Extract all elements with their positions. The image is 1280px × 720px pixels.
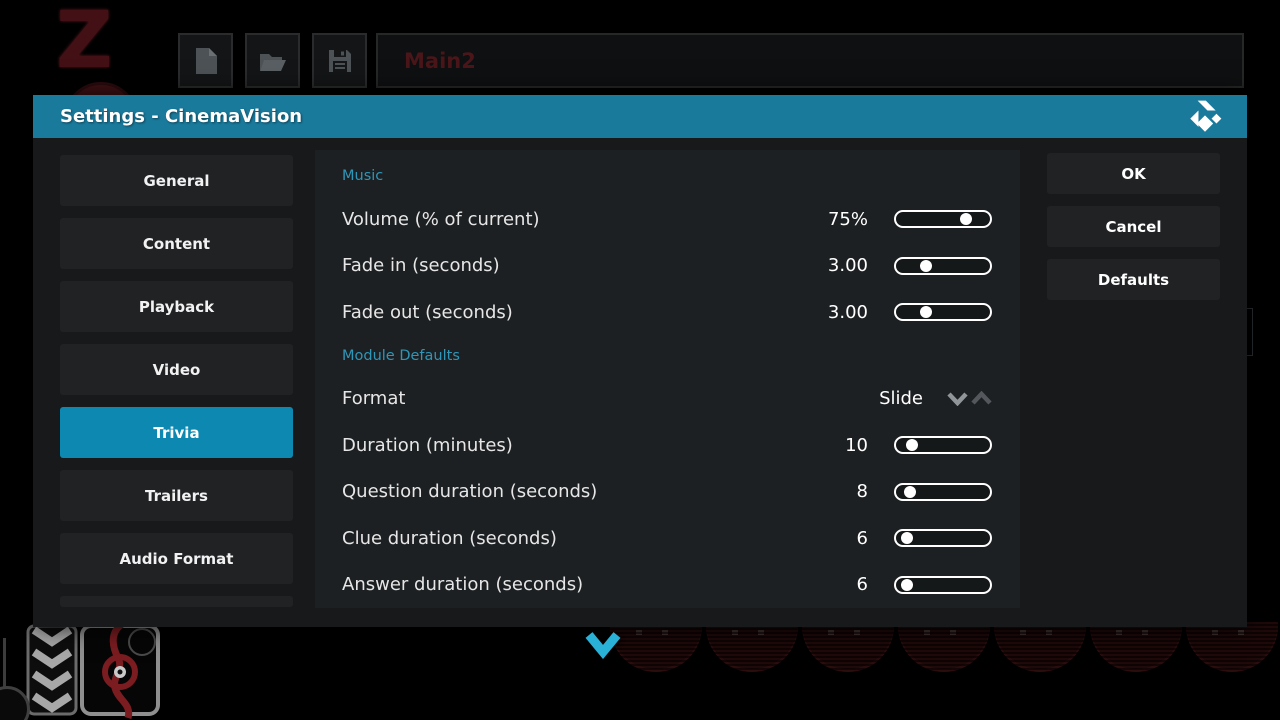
section-header-label: Music xyxy=(342,168,383,184)
section-header-music: Music xyxy=(315,156,1020,196)
settings-row-volume-of-current[interactable]: Volume (% of current) 75% xyxy=(315,196,1020,243)
slider-knob[interactable] xyxy=(920,260,932,272)
slider-track[interactable] xyxy=(894,257,992,275)
setting-label: Format xyxy=(342,388,405,409)
setting-value: 10 xyxy=(784,435,868,456)
chevron-up-icon[interactable] xyxy=(971,391,992,406)
save-icon xyxy=(327,48,353,74)
action-button-label: Cancel xyxy=(1105,218,1161,236)
sidebar-item-trivia[interactable]: Trivia xyxy=(60,407,293,458)
setting-label: Clue duration (seconds) xyxy=(342,528,557,549)
film-strip-art xyxy=(20,624,165,720)
background-logo-z: Z xyxy=(56,2,111,80)
setting-label: Fade in (seconds) xyxy=(342,255,500,276)
setting-value: 3.00 xyxy=(784,255,868,276)
sidebar-item-label: Trailers xyxy=(145,487,208,505)
settings-panel: Music Volume (% of current) 75% Fade in … xyxy=(315,150,1020,608)
setting-value: Slide xyxy=(879,388,923,409)
slider-knob[interactable] xyxy=(920,306,932,318)
slider-track[interactable] xyxy=(894,210,992,228)
settings-row-fade-in-seconds[interactable]: Fade in (seconds) 3.00 xyxy=(315,243,1020,290)
slider-knob[interactable] xyxy=(960,213,972,225)
settings-row-duration-minutes[interactable]: Duration (minutes) 10 xyxy=(315,422,1020,469)
slider-track[interactable] xyxy=(894,529,992,547)
setting-label: Question duration (seconds) xyxy=(342,481,597,502)
new-file-button[interactable] xyxy=(178,33,233,88)
settings-dialog: Settings - CinemaVision General Content … xyxy=(33,95,1247,627)
background-scallop-art xyxy=(610,622,1280,684)
slider-track[interactable] xyxy=(894,483,992,501)
slider-knob[interactable] xyxy=(904,486,916,498)
section-header-label: Module Defaults xyxy=(342,348,460,364)
slider-knob[interactable] xyxy=(901,532,913,544)
settings-row-fade-out-seconds[interactable]: Fade out (seconds) 3.00 xyxy=(315,289,1020,336)
slider-knob[interactable] xyxy=(901,579,913,591)
save-button[interactable] xyxy=(312,33,367,88)
setting-value: 8 xyxy=(784,481,868,502)
setting-label: Answer duration (seconds) xyxy=(342,574,583,595)
slider-track[interactable] xyxy=(894,436,992,454)
setting-label: Duration (minutes) xyxy=(342,435,513,456)
new-file-icon xyxy=(193,47,219,75)
sidebar-item-partial[interactable] xyxy=(60,596,293,607)
setting-value: 3.00 xyxy=(784,302,868,323)
background-name-field-text: Main2 xyxy=(404,49,476,73)
defaults-button[interactable]: Defaults xyxy=(1047,259,1220,300)
sidebar-item-label: Playback xyxy=(139,298,214,316)
settings-row-question-duration-seconds[interactable]: Question duration (seconds) 8 xyxy=(315,469,1020,516)
chevron-down-icon[interactable] xyxy=(947,391,968,406)
ok-button[interactable]: OK xyxy=(1047,153,1220,194)
sidebar-item-playback[interactable]: Playback xyxy=(60,281,293,332)
sidebar-item-label: Content xyxy=(143,235,210,253)
setting-value: 75% xyxy=(784,209,868,230)
dialog-titlebar: Settings - CinemaVision xyxy=(33,95,1247,138)
slider-track[interactable] xyxy=(894,303,992,321)
setting-label: Volume (% of current) xyxy=(342,209,540,230)
sidebar-item-label: Video xyxy=(153,361,201,379)
background-name-field[interactable]: Main2 xyxy=(376,33,1244,88)
open-file-button[interactable] xyxy=(245,33,300,88)
screen: Z Main2 xyxy=(0,0,1280,720)
cancel-button[interactable]: Cancel xyxy=(1047,206,1220,247)
sidebar-item-trailers[interactable]: Trailers xyxy=(60,470,293,521)
action-button-label: Defaults xyxy=(1098,271,1169,289)
settings-row-clue-duration-seconds[interactable]: Clue duration (seconds) 6 xyxy=(315,515,1020,562)
settings-row-answer-duration-seconds[interactable]: Answer duration (seconds) 6 xyxy=(315,562,1020,609)
setting-value: 6 xyxy=(784,574,868,595)
sidebar-item-video[interactable]: Video xyxy=(60,344,293,395)
sidebar: General Content Playback Video Trivia Tr… xyxy=(60,155,293,607)
open-folder-icon xyxy=(258,49,288,73)
scroll-down-icon[interactable] xyxy=(585,631,621,659)
background-right-fragment xyxy=(1246,308,1253,356)
spinner-control xyxy=(947,391,992,406)
action-button-label: OK xyxy=(1121,165,1145,183)
slider-track[interactable] xyxy=(894,576,992,594)
dialog-actions: OK Cancel Defaults xyxy=(1047,153,1220,300)
sidebar-item-audio-format[interactable]: Audio Format xyxy=(60,533,293,584)
setting-value: 6 xyxy=(784,528,868,549)
sidebar-item-label: General xyxy=(144,172,210,190)
setting-label: Fade out (seconds) xyxy=(342,302,513,323)
sidebar-item-general[interactable]: General xyxy=(60,155,293,206)
dialog-title: Settings - CinemaVision xyxy=(60,106,302,127)
section-header-module-defaults: Module Defaults xyxy=(315,336,1020,376)
settings-row-format[interactable]: Format Slide xyxy=(315,376,1020,423)
kodi-logo xyxy=(1187,99,1223,135)
sidebar-item-label: Audio Format xyxy=(120,550,234,568)
sidebar-item-label: Trivia xyxy=(153,424,199,442)
sidebar-item-content[interactable]: Content xyxy=(60,218,293,269)
slider-knob[interactable] xyxy=(906,439,918,451)
